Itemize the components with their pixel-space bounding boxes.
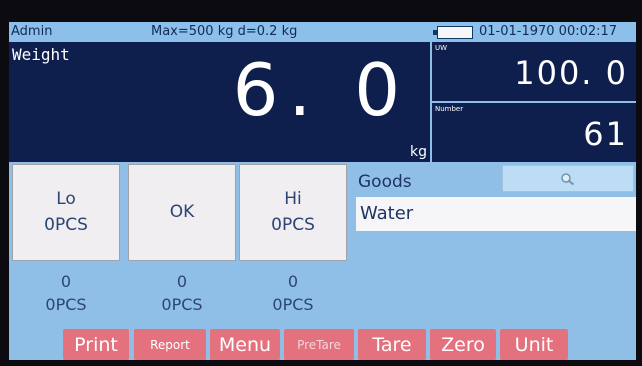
hi-pcs: 0PCS [272, 295, 314, 315]
ok-count-cell: 0 0PCS [128, 270, 236, 322]
report-button[interactable]: Report [134, 329, 206, 360]
lo-pcs: 0PCS [45, 295, 87, 315]
hi-count-cell: 0 0PCS [239, 270, 347, 322]
weight-unit: kg [410, 144, 427, 160]
search-icon [561, 172, 575, 185]
lo-count: 0 [60, 272, 72, 291]
capacity-label: Max=500 kg d=0.2 kg [151, 24, 298, 39]
unit-weight-value: 100. 0 [514, 54, 628, 92]
hi-count: 0 [287, 272, 299, 291]
check-ok-button[interactable]: OK [128, 164, 236, 261]
count-display: Number 61 [432, 103, 636, 162]
check-lo-button[interactable]: Lo 0PCS [12, 164, 120, 261]
check-hi-label: Hi [284, 189, 302, 209]
weight-display: Weight 6. 0 kg [9, 42, 430, 162]
ok-count: 0 [176, 272, 188, 291]
unit-weight-display: UW 100. 0 [432, 42, 636, 101]
count-value: 61 [583, 115, 628, 153]
check-hi-value: 0PCS [271, 214, 315, 235]
lo-count-cell: 0 0PCS [12, 270, 120, 322]
check-ok-label: OK [169, 201, 195, 222]
check-lo-value: 0PCS [44, 214, 88, 235]
goods-name-field[interactable]: Water [356, 197, 636, 231]
tare-button[interactable]: Tare [358, 329, 426, 360]
count-label: Number [435, 105, 464, 113]
battery-icon [433, 26, 473, 39]
menu-button[interactable]: Menu [210, 329, 280, 360]
check-hi-button[interactable]: Hi 0PCS [239, 164, 347, 261]
pretare-button[interactable]: PreTare [284, 329, 354, 360]
datetime-label: 01-01-1970 00:02:17 [479, 24, 618, 39]
user-label: Admin [11, 24, 53, 39]
unit-weight-label: UW [435, 44, 448, 52]
goods-search-button[interactable] [502, 165, 634, 192]
check-lo-label: Lo [56, 189, 76, 209]
scale-screen: Admin Max=500 kg d=0.2 kg 01-01-1970 00:… [9, 22, 636, 360]
unit-button[interactable]: Unit [500, 329, 568, 360]
print-button[interactable]: Print [63, 329, 129, 360]
weight-value: 6. 0 [232, 48, 410, 132]
goods-label: Goods [358, 172, 412, 192]
status-bar: Admin Max=500 kg d=0.2 kg 01-01-1970 00:… [9, 22, 636, 42]
weight-title: Weight [12, 45, 70, 64]
zero-button[interactable]: Zero [430, 329, 496, 360]
ok-pcs: 0PCS [161, 295, 203, 315]
